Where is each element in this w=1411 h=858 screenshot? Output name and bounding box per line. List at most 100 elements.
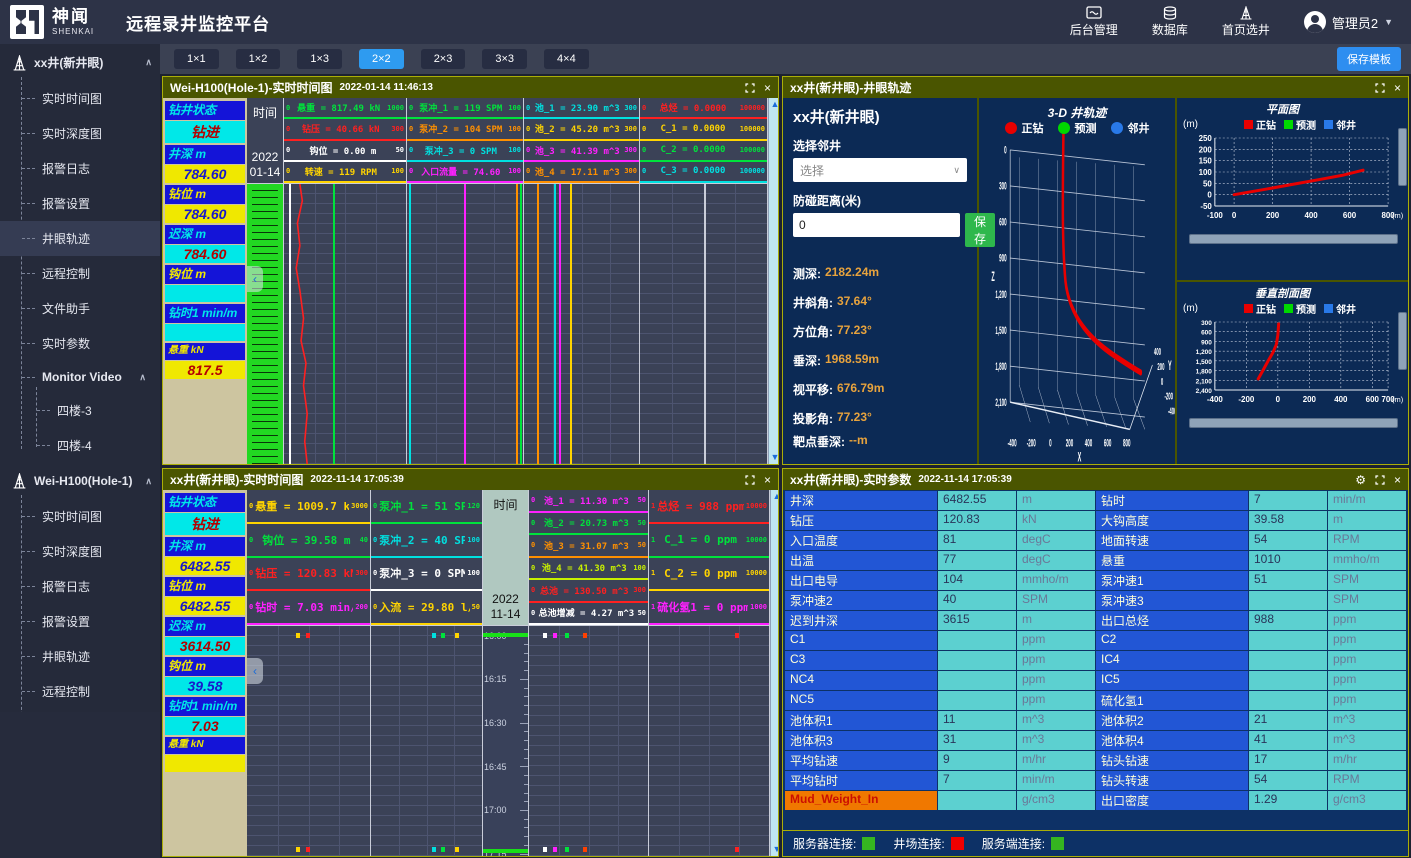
- sidebar-item-实时参数[interactable]: 实时参数: [0, 326, 160, 361]
- scale-max: 100: [508, 167, 521, 175]
- mini-vertical-scrollbar[interactable]: [1398, 128, 1407, 186]
- sidebar-item-井眼轨迹[interactable]: 井眼轨迹: [0, 221, 160, 256]
- close-icon[interactable]: ×: [764, 474, 771, 486]
- time-subtick: [524, 740, 528, 741]
- settings-gear-icon[interactable]: ⚙: [1355, 474, 1366, 486]
- sidebar-item-报警日志[interactable]: 报警日志: [0, 569, 160, 604]
- expand-icon[interactable]: [745, 83, 755, 93]
- sidebar-item-报警设置[interactable]: 报警设置: [0, 604, 160, 639]
- layout-button-1×2[interactable]: 1×2: [236, 49, 281, 69]
- expand-icon[interactable]: [1375, 475, 1385, 485]
- well-tree: 实时时间图实时深度图报警日志报警设置井眼轨迹远程控制文件助手实时参数Monito…: [0, 81, 160, 463]
- sidebar-item-四楼-3[interactable]: 四楼-3: [0, 393, 160, 428]
- svg-text:400: 400: [1334, 395, 1348, 404]
- sidebar-item-报警设置[interactable]: 报警设置: [0, 186, 160, 221]
- curve-label: 池_1 = 23.90 m^3: [532, 101, 622, 114]
- layout-button-4×4[interactable]: 4×4: [544, 49, 589, 69]
- sidebar-item-报警日志[interactable]: 报警日志: [0, 151, 160, 186]
- scroll-up-icon[interactable]: ▲: [773, 490, 778, 503]
- sidebar-item-四楼-4[interactable]: 四楼-4: [0, 428, 160, 463]
- tree-dash-icon: [22, 98, 35, 99]
- expand-icon[interactable]: [1375, 83, 1385, 93]
- data-mark: [455, 847, 459, 852]
- chart-track: 0总烃 = 0.00001000000C_1 = 0.00001000000C_…: [640, 98, 768, 464]
- status-indicator: [862, 837, 875, 850]
- param-value: [165, 755, 245, 772]
- collapse-handle[interactable]: ‹: [247, 658, 263, 684]
- param-name-cell: 出口电导: [785, 571, 937, 590]
- track-header: 0泵冲_1 = 51 SPM1200泵冲_2 = 40 SPM1000泵冲_3 …: [371, 490, 482, 626]
- param-unit-cell: m^3: [1017, 711, 1095, 730]
- svg-text:200: 200: [1266, 211, 1280, 220]
- collapse-handle[interactable]: ‹: [247, 266, 263, 292]
- time-tick-label: 17:00: [484, 805, 507, 815]
- curve-header: 0泵冲_1 = 51 SPM120: [371, 490, 482, 524]
- sidebar-item-实时时间图[interactable]: 实时时间图: [0, 499, 160, 534]
- mini-vertical-scrollbar[interactable]: [1398, 312, 1407, 370]
- param-value: 784.60: [165, 245, 245, 263]
- sidebar-item-远程控制[interactable]: 远程控制: [0, 674, 160, 709]
- nav-backend-admin[interactable]: 后台管理: [1070, 6, 1118, 38]
- legend-swatch: [1058, 122, 1070, 134]
- track-body: [247, 626, 370, 856]
- panel-title: Wei-H100(Hole-1)-实时时间图: [170, 79, 332, 96]
- stat-row: 垂深:1968.59m: [793, 352, 967, 369]
- sidebar-item-实时时间图[interactable]: 实时时间图: [0, 81, 160, 116]
- param-value-cell: [1249, 651, 1327, 670]
- close-icon[interactable]: ×: [1394, 474, 1401, 486]
- nav-database[interactable]: 数据库: [1152, 6, 1188, 38]
- track-header: 0悬重 = 1009.7 kN30000钩位 = 39.58 m400钻压 = …: [247, 490, 370, 626]
- layout-button-1×1[interactable]: 1×1: [174, 49, 219, 69]
- layout-button-2×3[interactable]: 2×3: [421, 49, 466, 69]
- scroll-down-icon[interactable]: ▼: [771, 451, 778, 464]
- time-tick: [520, 766, 528, 767]
- offset-well-select[interactable]: 选择 ∨: [793, 158, 967, 182]
- scale-min: 0: [526, 125, 530, 133]
- svg-text:(m): (m): [1392, 211, 1404, 220]
- panel-grid: Wei-H100(Hole-1)-实时时间图 2022-01-14 11:46:…: [160, 74, 1411, 858]
- time-header: 时间202201-14: [247, 98, 283, 184]
- data-mark: [296, 847, 300, 852]
- vertical-scrollbar[interactable]: ▲▼: [768, 98, 778, 464]
- data-mark: [735, 847, 739, 852]
- stat-label: 方位角:: [793, 323, 833, 340]
- user-menu[interactable]: 管理员2 ▼: [1304, 11, 1393, 33]
- sidebar-item-文件助手[interactable]: 文件助手: [0, 291, 160, 326]
- mini-horizontal-scrollbar[interactable]: [1189, 418, 1398, 428]
- sidebar-item-实时深度图[interactable]: 实时深度图: [0, 116, 160, 151]
- param-name-cell: 硫化氢1: [1096, 691, 1248, 710]
- scroll-up-icon[interactable]: ▲: [771, 98, 778, 111]
- well-node-1[interactable]: Wei-H100(Hole-1)∧: [0, 463, 160, 499]
- sidebar-item-实时深度图[interactable]: 实时深度图: [0, 534, 160, 569]
- layout-button-2×2[interactable]: 2×2: [359, 49, 404, 69]
- param-block: 悬重 kN817.5: [165, 343, 245, 379]
- sidebar-item-Monitor Video[interactable]: Monitor Video∧: [0, 361, 160, 393]
- well-node-0[interactable]: xx井(新井眼)∧: [0, 44, 160, 81]
- data-mark: [296, 633, 300, 638]
- expand-icon[interactable]: [745, 475, 755, 485]
- distance-input[interactable]: [793, 213, 960, 237]
- legend-label: 正钻: [1256, 117, 1276, 132]
- panel-header: xx井(新井眼)-实时参数 2022-11-14 17:05:39 ⚙ ×: [783, 469, 1408, 490]
- sidebar-item-井眼轨迹[interactable]: 井眼轨迹: [0, 639, 160, 674]
- legend-item: 正钻: [1005, 120, 1044, 136]
- nav-home-well-select[interactable]: 首页选井: [1222, 6, 1270, 38]
- param-unit-cell: ppm: [1328, 651, 1406, 670]
- sidebar-item-远程控制[interactable]: 远程控制: [0, 256, 160, 291]
- vertical-section-legend: 正钻预测邻井: [1198, 301, 1402, 316]
- param-name-cell: Mud_Weight_In: [785, 791, 937, 810]
- mini-horizontal-scrollbar[interactable]: [1189, 234, 1398, 244]
- track-header: 0悬重 = 817.49 kN10000钻压 = 40.66 kN3000钩位 …: [284, 98, 406, 184]
- close-icon[interactable]: ×: [1394, 82, 1401, 94]
- close-icon[interactable]: ×: [764, 82, 771, 94]
- vertical-scrollbar[interactable]: ▲▼: [770, 490, 778, 856]
- layout-button-1×3[interactable]: 1×3: [297, 49, 342, 69]
- save-template-button[interactable]: 保存模板: [1337, 47, 1401, 71]
- param-value-cell: 11: [938, 711, 1016, 730]
- scale-max: 50: [638, 541, 646, 549]
- layout-button-3×3[interactable]: 3×3: [482, 49, 527, 69]
- param-unit-cell: RPM: [1328, 771, 1406, 790]
- scroll-down-icon[interactable]: ▼: [773, 843, 778, 856]
- scale-max: 300: [633, 586, 646, 594]
- param-unit-cell: m: [1017, 491, 1095, 510]
